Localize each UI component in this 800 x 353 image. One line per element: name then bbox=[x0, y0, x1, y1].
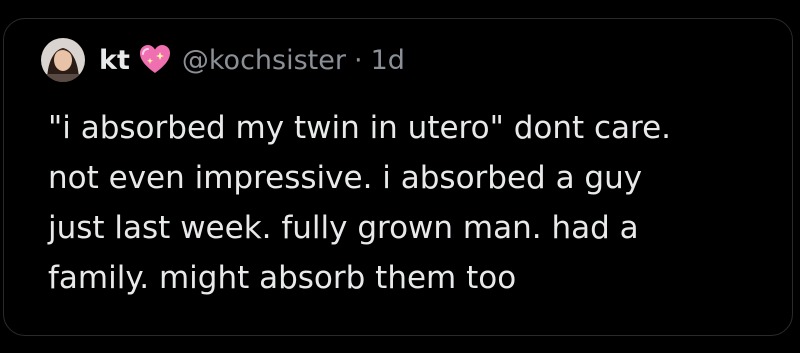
tweet-text-line: "i absorbed my twin in utero" dont care. bbox=[48, 110, 672, 146]
tweet-header: kt @kochsister · 1d bbox=[41, 38, 405, 82]
user-handle[interactable]: @kochsister bbox=[182, 45, 346, 76]
tweet-text-line: family. might absorb them too bbox=[48, 260, 517, 296]
timestamp[interactable]: 1d bbox=[371, 45, 405, 76]
display-name[interactable]: kt bbox=[99, 45, 130, 76]
avatar[interactable] bbox=[41, 38, 85, 82]
sparkling-heart-icon bbox=[138, 43, 172, 77]
tweet-text-line: not even impressive. i absorbed a guy bbox=[48, 160, 643, 196]
separator-dot: · bbox=[353, 44, 363, 76]
avatar-image bbox=[41, 38, 85, 82]
tweet-text-line: just last week. fully grown man. had a bbox=[48, 210, 639, 246]
tweet-text: "i absorbed my twin in utero" dont care.… bbox=[48, 103, 768, 303]
